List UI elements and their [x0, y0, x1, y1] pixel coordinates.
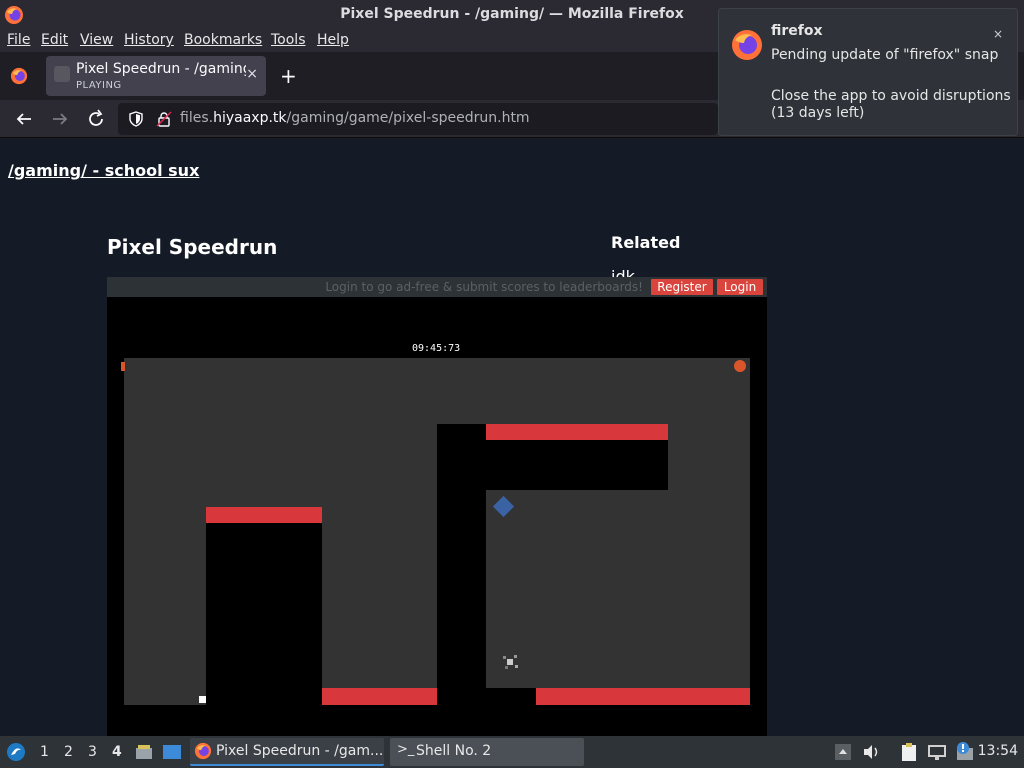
back-arrow-icon[interactable] — [13, 108, 35, 130]
menu-bookmarks[interactable]: Bookmarks — [184, 32, 262, 48]
notification-detail: Close the app to avoid disruptions (13 d… — [771, 88, 1011, 121]
block-upper-right — [486, 440, 668, 490]
related-heading: Related — [611, 233, 681, 252]
terminal-icon: >_ — [397, 742, 415, 757]
tab-title: Pixel Speedrun - /gaming — [76, 61, 246, 77]
gap-bottom-right — [486, 688, 536, 705]
lava-floor-middle — [322, 688, 437, 705]
menu-tools[interactable]: Tools — [271, 32, 306, 48]
network-icon[interactable] — [926, 742, 948, 762]
game-title: Pixel Speedrun — [107, 235, 278, 259]
firefox-notification-icon — [732, 30, 762, 60]
url-path: /gaming/game/pixel-speedrun.htm — [286, 110, 530, 126]
clipboard-icon[interactable] — [898, 741, 920, 763]
player-sprite — [199, 696, 206, 703]
pit-left — [206, 523, 322, 705]
task-shell-label: Shell No. 2 — [416, 743, 492, 759]
notification-close-icon[interactable]: × — [993, 27, 1003, 41]
site-home-link[interactable]: /gaming/ - school sux — [8, 161, 199, 180]
tray-up-arrow-icon[interactable] — [834, 743, 852, 761]
goal-orb-icon — [734, 360, 746, 372]
pillar-middle — [437, 424, 486, 705]
desktop-icon[interactable] — [162, 742, 182, 762]
workspace-4[interactable]: 4 — [112, 744, 122, 760]
menu-view[interactable]: View — [80, 32, 113, 48]
updates-icon[interactable] — [954, 741, 976, 763]
tab-pixel-speedrun[interactable]: Pixel Speedrun - /gaming PLAYING × — [46, 56, 266, 96]
firefox-view-icon[interactable] — [10, 67, 28, 85]
lava-platform-upper — [486, 424, 668, 440]
start-marker-icon — [121, 362, 125, 371]
game-canvas[interactable] — [107, 277, 767, 736]
menu-file[interactable]: File — [7, 32, 30, 48]
url-bar[interactable]: files.hiyaaxp.tk/gaming/game/pixel-speed… — [118, 103, 718, 135]
lock-icon[interactable] — [156, 111, 172, 127]
page-content: /gaming/ - school sux Pixel Speedrun Rel… — [0, 139, 1024, 736]
menu-help[interactable]: Help — [317, 32, 349, 48]
taskbar-clock[interactable]: 13:54 — [978, 743, 1018, 759]
workspace-1[interactable]: 1 — [40, 744, 49, 760]
update-notification[interactable]: firefox × Pending update of "firefox" sn… — [718, 8, 1018, 136]
firefox-task-icon — [194, 742, 212, 760]
menu-edit[interactable]: Edit — [41, 32, 68, 48]
file-manager-icon[interactable] — [134, 742, 154, 762]
tab-playing-label: PLAYING — [76, 80, 122, 91]
taskbar: 1 2 3 4 Pixel Speedrun - /gam... >_ Shel… — [0, 736, 1024, 768]
workspace-2[interactable]: 2 — [64, 744, 73, 760]
volume-icon[interactable] — [862, 743, 882, 761]
tab-favicon-icon — [54, 66, 70, 82]
start-menu-icon[interactable] — [6, 742, 26, 762]
shield-icon[interactable] — [128, 111, 144, 127]
task-firefox-label: Pixel Speedrun - /gam... — [216, 743, 384, 759]
tab-close-icon[interactable]: × — [246, 66, 258, 82]
task-firefox[interactable]: Pixel Speedrun - /gam... — [190, 738, 384, 766]
url-text[interactable]: files.hiyaaxp.tk/gaming/game/pixel-speed… — [180, 110, 530, 126]
notification-message: Pending update of "firefox" snap — [771, 47, 999, 63]
reload-icon[interactable] — [85, 108, 107, 130]
menu-history[interactable]: History — [124, 32, 174, 48]
task-shell[interactable]: >_ Shell No. 2 — [390, 738, 584, 766]
lava-platform-left — [206, 507, 322, 523]
new-tab-button[interactable]: + — [280, 64, 297, 88]
lava-floor-right — [536, 688, 750, 705]
url-prefix: files. — [180, 110, 214, 126]
notification-app-name: firefox — [771, 23, 823, 39]
workspace-3[interactable]: 3 — [88, 744, 97, 760]
game-frame[interactable]: Login to go ad-free & submit scores to l… — [107, 277, 767, 736]
forward-arrow-icon[interactable] — [49, 108, 71, 130]
url-domain: hiyaaxp.tk — [213, 110, 287, 126]
